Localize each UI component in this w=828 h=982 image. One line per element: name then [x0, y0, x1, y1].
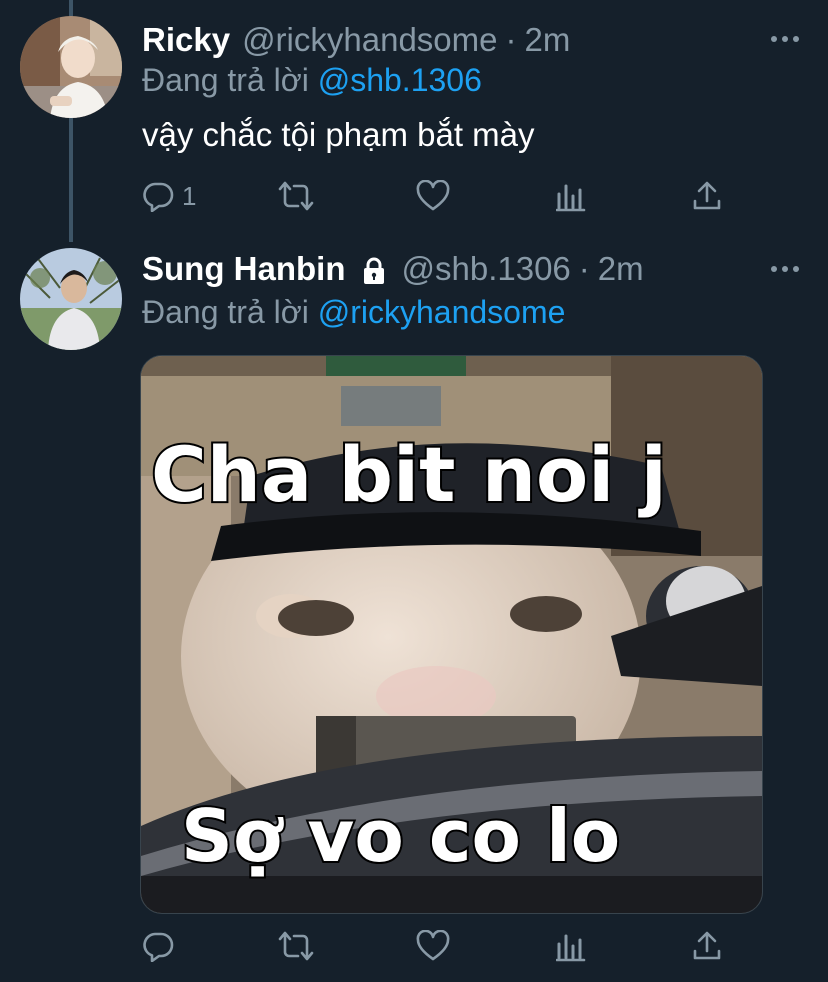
replying-to-label: Đang trả lời	[142, 62, 318, 98]
retweet-icon	[278, 931, 314, 961]
tweet-media-image[interactable]: Cha bit noi j Sợ vo co lo	[140, 355, 763, 914]
retweet-button[interactable]	[278, 926, 314, 966]
meme-caption-top: Cha bit noi j	[151, 430, 667, 519]
timestamp[interactable]: 2m	[525, 20, 571, 60]
avatar[interactable]	[20, 16, 122, 118]
share-icon	[693, 181, 721, 210]
retweet-button[interactable]	[278, 176, 314, 216]
like-icon	[416, 180, 450, 211]
like-icon	[416, 930, 450, 961]
tweet-sung-hanbin[interactable]: Sung Hanbin @shb.1306 · 2m Đang trả lời …	[0, 230, 828, 982]
reply-icon	[143, 182, 174, 212]
share-button[interactable]	[692, 176, 722, 216]
reply-icon	[143, 932, 174, 962]
tweet-header: Sung Hanbin @shb.1306 · 2m	[142, 249, 644, 289]
replying-to: Đang trả lời @shb.1306	[142, 60, 482, 100]
like-button[interactable]	[416, 926, 450, 966]
user-handle[interactable]: @shb.1306	[401, 249, 570, 289]
retweet-icon	[278, 181, 314, 211]
separator-dot: ·	[505, 21, 517, 58]
replying-to-label: Đang trả lời	[142, 294, 318, 330]
lock-icon	[364, 257, 385, 284]
analytics-button[interactable]	[556, 926, 586, 966]
share-button[interactable]	[692, 926, 722, 966]
tweet-text: vậy chắc tội phạm bắt mày	[142, 116, 535, 153]
timestamp[interactable]: 2m	[598, 249, 644, 289]
analytics-icon	[556, 934, 586, 962]
reply-button[interactable]: 1	[142, 176, 196, 216]
replying-to: Đang trả lời @rickyhandsome	[142, 292, 565, 332]
tweet-header: Ricky @rickyhandsome · 2m	[142, 20, 570, 60]
user-handle[interactable]: @rickyhandsome	[242, 20, 497, 60]
tweet-actions	[140, 926, 740, 966]
analytics-button[interactable]	[556, 176, 586, 216]
reply-mention-link[interactable]: @rickyhandsome	[318, 294, 566, 330]
display-name[interactable]: Sung Hanbin	[142, 249, 345, 289]
tweet-ricky[interactable]: Ricky @rickyhandsome · 2m Đang trả lời @…	[0, 0, 828, 230]
reply-mention-link[interactable]: @shb.1306	[318, 62, 482, 98]
reply-button[interactable]	[142, 926, 182, 966]
separator-dot: ·	[578, 250, 590, 287]
more-icon[interactable]	[770, 34, 800, 44]
tweet-actions: 1	[140, 176, 740, 216]
display-name[interactable]: Ricky	[142, 20, 230, 60]
reply-count: 1	[182, 180, 197, 211]
avatar[interactable]	[20, 248, 122, 350]
like-button[interactable]	[416, 176, 450, 216]
analytics-icon	[556, 184, 586, 212]
share-icon	[693, 931, 721, 960]
meme-caption-bottom: Sợ vo co lo	[181, 794, 620, 878]
more-icon[interactable]	[770, 264, 800, 274]
